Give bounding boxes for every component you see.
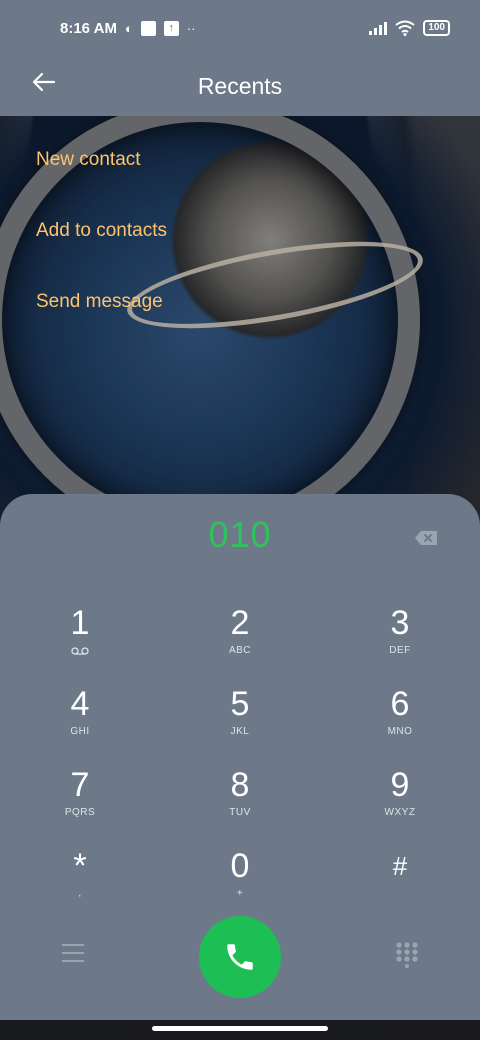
dialer-panel: 010 1 2 ABC 3 DEF 4 GHI 5 JKL 6 MNO 7 PQ… — [0, 494, 480, 1020]
wifi-icon — [395, 20, 415, 36]
status-time: 8:16 AM — [60, 19, 117, 37]
dialer-bottom-bar — [0, 914, 480, 1004]
key-4[interactable]: 4 GHI — [20, 685, 140, 759]
upload-icon: ↑ — [163, 20, 179, 36]
key-digit: 1 — [70, 604, 90, 642]
key-0[interactable]: 0 + — [180, 847, 300, 921]
page-title: Recents — [197, 72, 283, 99]
key-letters: , — [78, 888, 82, 899]
key-star[interactable]: * , — [20, 847, 140, 921]
key-digit: 3 — [390, 604, 410, 642]
status-right: 100 — [369, 20, 450, 36]
key-digit: 2 — [230, 604, 250, 642]
dialpad-icon[interactable] — [396, 942, 418, 968]
status-bar: 8:16 AM ◐ ↑ ·· 100 — [0, 0, 480, 56]
voicemail-icon — [71, 647, 89, 655]
key-digit: 4 — [70, 685, 90, 723]
key-1[interactable]: 1 — [20, 604, 140, 678]
more-notifications-icon: ·· — [186, 20, 196, 36]
phone-icon — [227, 944, 253, 970]
notification-icon — [140, 20, 156, 36]
battery-icon: 100 — [423, 20, 450, 36]
key-letters: + — [236, 888, 244, 899]
key-hash[interactable]: # — [340, 847, 460, 921]
add-to-contacts-option[interactable]: Add to contacts — [36, 217, 167, 288]
key-7[interactable]: 7 PQRS — [20, 766, 140, 840]
key-digit: 9 — [390, 766, 410, 804]
key-letters: PQRS — [64, 807, 96, 818]
options-menu: New contact Add to contacts Send message — [36, 146, 167, 359]
key-letters: WXYZ — [384, 807, 416, 818]
key-digit: * — [73, 847, 87, 885]
key-letters: JKL — [230, 726, 250, 737]
send-message-option[interactable]: Send message — [36, 288, 167, 359]
home-indicator[interactable] — [152, 1026, 328, 1031]
key-digit: 0 — [230, 847, 250, 885]
key-digit: 7 — [70, 766, 90, 804]
app-header: Recents — [0, 56, 480, 116]
key-6[interactable]: 6 MNO — [340, 685, 460, 759]
night-mode-icon: ◐ — [124, 20, 133, 36]
call-button[interactable] — [199, 916, 281, 998]
hamburger-menu-icon[interactable] — [62, 944, 84, 964]
key-letters: ABC — [228, 645, 252, 656]
key-letters: TUV — [229, 807, 251, 818]
back-button[interactable] — [30, 68, 64, 102]
signal-icon — [369, 21, 388, 35]
key-digit: # — [392, 851, 408, 881]
key-letters: MNO — [387, 726, 413, 737]
dialed-number: 010 — [208, 514, 272, 555]
key-letters: DEF — [389, 645, 411, 656]
backspace-icon[interactable] — [414, 530, 438, 546]
key-2[interactable]: 2 ABC — [180, 604, 300, 678]
key-8[interactable]: 8 TUV — [180, 766, 300, 840]
key-letters: GHI — [70, 726, 90, 737]
key-5[interactable]: 5 JKL — [180, 685, 300, 759]
new-contact-option[interactable]: New contact — [36, 146, 167, 217]
key-9[interactable]: 9 WXYZ — [340, 766, 460, 840]
key-digit: 5 — [230, 685, 250, 723]
key-3[interactable]: 3 DEF — [340, 604, 460, 678]
key-digit: 6 — [390, 685, 410, 723]
key-digit: 8 — [230, 766, 250, 804]
arrow-left-icon — [32, 72, 56, 92]
